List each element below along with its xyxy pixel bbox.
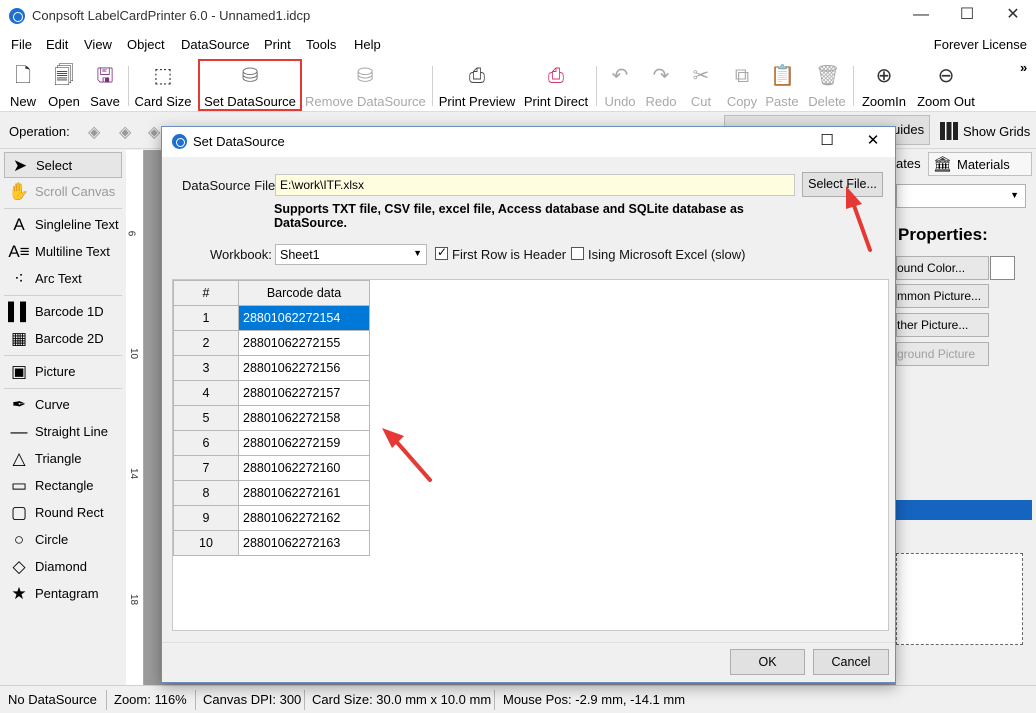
arrow-to-select-file <box>846 186 872 252</box>
annotation-overlay <box>382 186 872 482</box>
arrow-to-data-grid <box>382 428 432 482</box>
app-window: Conpsoft LabelCardPrinter 6.0 - Unnamed1… <box>0 0 1036 713</box>
